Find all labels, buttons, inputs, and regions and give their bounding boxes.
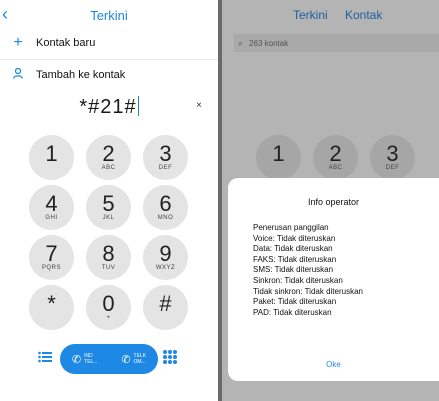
key-digit: 1 <box>272 141 285 166</box>
dialog-line: Data: Tidak diteruskan <box>253 244 333 254</box>
dialog-line: Tidak sinkron: Tidak diteruskan <box>253 286 363 296</box>
dial-key-8[interactable]: 8 TUV <box>86 235 131 280</box>
dial-key-hash[interactable]: # <box>143 285 188 330</box>
key-letters: ABC <box>101 165 116 171</box>
dialog-line: SMS: Tidak diteruskan <box>253 265 334 275</box>
key-digit: 4 <box>45 191 58 216</box>
dialog-title: Info operator <box>307 197 360 207</box>
sim1-line2: TEL... <box>84 359 98 365</box>
dialog-line: Paket: Tidak diteruskan <box>253 297 337 307</box>
key-letters: GHI <box>45 215 58 221</box>
add-new-contact-label: Kontak baru <box>36 37 96 49</box>
key-digit: 9 <box>159 241 172 266</box>
dial-key-2[interactable]: 2 ABC <box>313 135 358 180</box>
search-bar[interactable]: ⌕ 263 kontak <box>234 34 439 52</box>
ok-button[interactable]: Oke <box>228 360 439 369</box>
dial-key-2[interactable]: 2 ABC <box>86 135 131 180</box>
key-letters: WXYZ <box>155 265 176 271</box>
key-digit: 1 <box>45 141 58 166</box>
key-letters: + <box>106 315 111 321</box>
key-digit: 0 <box>102 291 115 316</box>
dial-key-star[interactable]: * <box>29 285 74 330</box>
dialpad-toggle-icon[interactable] <box>163 350 177 364</box>
tab-terkini[interactable]: Terkini <box>0 8 218 23</box>
dial-key-0[interactable]: 0 + <box>86 285 131 330</box>
dial-key-9[interactable]: 9 WXYZ <box>143 235 188 280</box>
dial-key-6[interactable]: 6 MNO <box>143 185 188 230</box>
dialog-line: FAKS: Tidak diteruskan <box>253 254 337 264</box>
dialog-message: Penerusan panggilan Voice: Tidak diterus… <box>253 223 363 318</box>
result-panel: Terkini Kontak ⌕ 263 kontak 1 2 ABC 3 DEF In… <box>222 0 439 401</box>
dial-key-5[interactable]: 5 JKL <box>86 185 131 230</box>
key-digit: 3 <box>159 141 172 166</box>
search-placeholder: 263 kontak <box>249 38 289 48</box>
key-letters: JKL <box>102 215 115 221</box>
tab-kontak[interactable]: Kontak <box>345 8 382 22</box>
call-buttons: ✆ IND TEL... ✆ TELK OM... <box>60 344 158 374</box>
phone-icon: ✆ <box>71 353 82 366</box>
plus-icon: + <box>13 34 23 51</box>
operator-info-dialog: Info operator Penerusan panggilan Voice:… <box>228 178 439 381</box>
key-digit: 2 <box>329 141 342 166</box>
dialog-line: Sinkron: Tidak diteruskan <box>253 275 343 285</box>
call-sim1-button[interactable]: ✆ IND TEL... <box>72 353 98 366</box>
key-letters: MNO <box>157 215 174 221</box>
dial-key-1[interactable]: 1 <box>29 135 74 180</box>
add-new-contact-row[interactable]: + Kontak baru <box>0 28 218 58</box>
dialed-number: *#21# <box>79 96 137 118</box>
key-digit: 7 <box>45 241 58 266</box>
key-digit: 8 <box>102 241 115 266</box>
key-digit: 2 <box>102 141 115 166</box>
key-letters: DEF <box>385 165 400 171</box>
dialed-number-field[interactable]: *#21# <box>0 96 218 119</box>
dialog-line: PAD: Tidak diteruskan <box>253 307 332 317</box>
key-letters: PQRS <box>41 265 61 271</box>
key-letters: TUV <box>101 265 116 271</box>
dial-key-7[interactable]: 7 PQRS <box>29 235 74 280</box>
key-digit: 6 <box>159 191 172 216</box>
clear-icon[interactable]: × <box>196 100 202 111</box>
add-to-contact-label: Tambah ke kontak <box>36 69 126 81</box>
dial-key-3[interactable]: 3 DEF <box>370 135 415 180</box>
key-letters: ABC <box>328 165 343 171</box>
dialer-panel: ‹ Terkini + Kontak baru Tambah ke kontak… <box>0 0 218 401</box>
key-digit: # <box>159 291 172 316</box>
search-icon: ⌕ <box>238 37 244 48</box>
sim2-line2: OM... <box>133 359 146 365</box>
call-sim2-button[interactable]: ✆ TELK OM... <box>121 353 146 366</box>
text-cursor <box>137 96 139 116</box>
key-digit: 3 <box>386 141 399 166</box>
tab-terkini[interactable]: Terkini <box>293 8 328 22</box>
dialog-line: Voice: Tidak diteruskan <box>253 233 336 243</box>
key-digit: * <box>47 291 56 316</box>
key-letters: DEF <box>158 165 173 171</box>
dial-key-3[interactable]: 3 DEF <box>143 135 188 180</box>
list-icon[interactable] <box>38 350 52 367</box>
phone-icon: ✆ <box>121 353 131 366</box>
person-icon <box>0 66 36 84</box>
add-to-contact-row[interactable]: Tambah ke kontak <box>0 60 218 90</box>
dialog-line: Penerusan panggilan <box>253 223 329 232</box>
key-digit: 5 <box>102 191 115 216</box>
dial-key-1[interactable]: 1 <box>256 135 301 180</box>
dial-key-4[interactable]: 4 GHI <box>29 185 74 230</box>
